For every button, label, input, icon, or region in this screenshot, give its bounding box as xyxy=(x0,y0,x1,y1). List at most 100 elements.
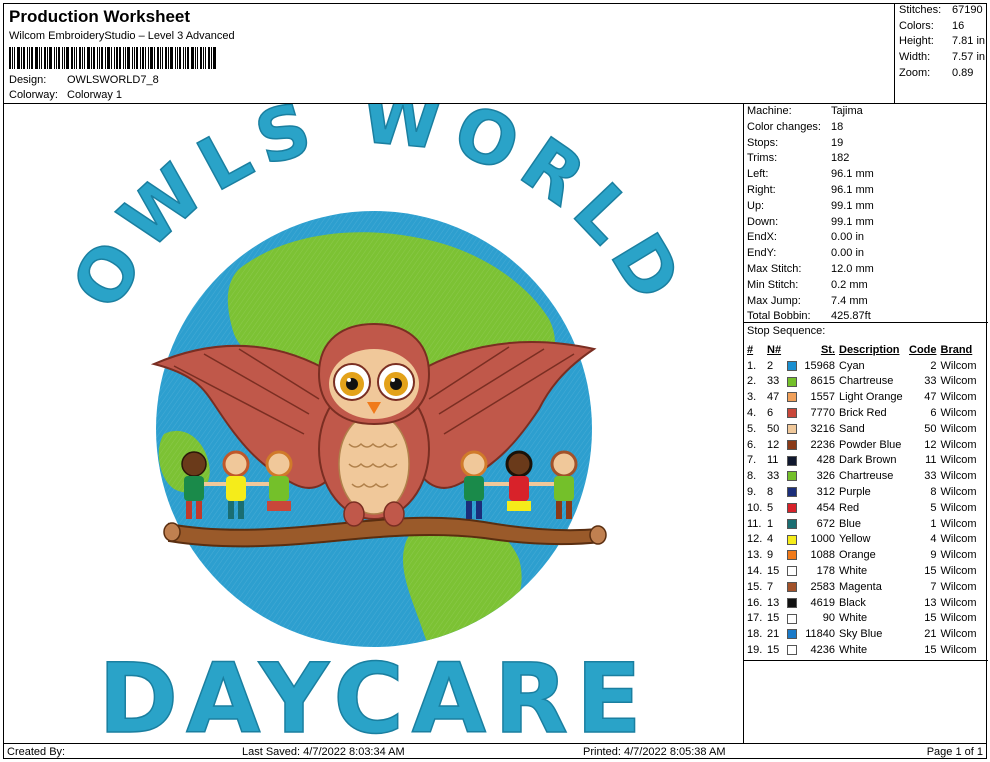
stat-value: 7.81 in xyxy=(952,35,986,48)
color-swatch xyxy=(787,595,801,611)
row-index: 18. xyxy=(747,628,763,641)
barcode-bar xyxy=(14,47,15,69)
row-description: Brick Red xyxy=(839,407,887,420)
row-description: Blue xyxy=(839,517,862,530)
barcode-bar xyxy=(87,47,90,69)
color-swatch-icon xyxy=(787,471,797,482)
row-brand: Wilcom xyxy=(940,438,977,451)
machine-row: EndY: 0.00 in xyxy=(747,247,987,263)
color-swatch-icon xyxy=(787,423,797,434)
row-brand: Wilcom xyxy=(940,359,977,372)
color-swatch xyxy=(787,389,801,405)
table-row: 11. 1 672 Blue 1 Wilcom xyxy=(745,516,985,532)
row-index: 12. xyxy=(747,533,763,546)
row-description: White xyxy=(839,612,868,625)
machine-row: Trims: 182 xyxy=(747,152,987,168)
table-header-row: # N# St. Description Code Brand xyxy=(745,342,985,358)
row-description: Black xyxy=(839,596,866,609)
color-swatch-icon xyxy=(787,597,797,608)
table-row: 5. 50 3216 Sand 50 Wilcom xyxy=(745,421,985,437)
row-description: Yellow xyxy=(839,533,871,546)
design-value: OWLSWORLD7_8 xyxy=(67,74,159,86)
barcode-bar xyxy=(145,47,146,69)
row-index: 16. xyxy=(747,596,763,609)
table-row: 6. 12 2236 Powder Blue 12 Wilcom xyxy=(745,437,985,453)
barcode-bar xyxy=(27,47,28,69)
color-swatch xyxy=(787,405,801,421)
barcode-bar xyxy=(197,47,198,69)
row-index: 4. xyxy=(747,407,757,420)
barcode-bar xyxy=(12,47,13,69)
bottom-text: DAYCARE xyxy=(98,643,649,743)
colorway-row: Colorway: Colorway 1 xyxy=(9,89,122,101)
table-row: 3. 47 1557 Light Orange 47 Wilcom xyxy=(745,389,985,405)
row-stitches: 11840 xyxy=(805,628,835,641)
barcode-bar xyxy=(31,47,33,69)
row-description: Dark Brown xyxy=(839,454,897,467)
color-swatch xyxy=(787,611,801,627)
row-code: 15 xyxy=(924,565,937,578)
barcode-bar xyxy=(213,47,216,69)
table-row: 17. 15 90 White 15 Wilcom xyxy=(745,611,985,627)
row-stitches: 672 xyxy=(816,517,835,530)
barcode-bar xyxy=(84,47,85,69)
barcode-bar xyxy=(107,47,110,69)
barcode-bar xyxy=(148,47,149,69)
row-index: 3. xyxy=(747,391,757,404)
table-row: 1. 2 15968 Cyan 2 Wilcom xyxy=(745,358,985,374)
design-preview: OWLS WORLD DAYCARE xyxy=(4,104,743,743)
machine-value: 182 xyxy=(831,152,850,165)
machine-value: 0.2 mm xyxy=(831,278,868,291)
color-swatch xyxy=(787,453,801,469)
barcode-bar xyxy=(74,47,75,69)
row-index: 11. xyxy=(747,517,762,530)
machine-value: 99.1 mm xyxy=(831,199,874,212)
barcode-bar xyxy=(177,47,178,69)
row-stitches: 454 xyxy=(816,501,835,514)
row-description: White xyxy=(839,565,868,578)
row-index: 9. xyxy=(747,486,757,499)
barcode-bar xyxy=(76,47,77,69)
row-stitches: 178 xyxy=(816,565,835,578)
barcode-bar xyxy=(44,47,46,69)
row-description: Sky Blue xyxy=(839,628,883,641)
row-number: 1 xyxy=(767,517,774,530)
row-index: 6. xyxy=(747,438,757,451)
row-brand: Wilcom xyxy=(940,628,977,641)
row-number: 33 xyxy=(767,470,780,483)
table-row: 8. 33 326 Chartreuse 33 Wilcom xyxy=(745,468,985,484)
barcode-bar xyxy=(170,47,173,69)
barcode-bar xyxy=(71,47,73,69)
barcode-bar xyxy=(203,47,204,69)
row-description: Purple xyxy=(839,486,871,499)
barcode-bar xyxy=(35,47,38,69)
machine-info: Machine: Tajima Color changes: 18 Stops: 19 Tr… xyxy=(744,104,987,326)
stat-value: 7.57 in xyxy=(952,51,986,64)
machine-row: Min Stitch: 0.2 mm xyxy=(747,279,987,295)
barcode-bar xyxy=(205,47,206,69)
barcode-bar xyxy=(111,47,112,69)
barcode-bar xyxy=(175,47,176,69)
children-right xyxy=(460,450,578,519)
row-number: 33 xyxy=(767,375,780,388)
table-row: 15. 7 2583 Magenta 7 Wilcom xyxy=(745,579,985,595)
color-swatch-icon xyxy=(787,502,797,513)
machine-value: Tajima xyxy=(831,105,863,117)
machine-value: 96.1 mm xyxy=(831,183,874,196)
row-index: 1. xyxy=(747,359,757,372)
machine-row: Max Stitch: 12.0 mm xyxy=(747,263,987,279)
row-number: 13 xyxy=(767,596,780,609)
colorway-value: Colorway 1 xyxy=(67,89,123,101)
col-description: Description xyxy=(839,343,900,356)
color-swatch-icon xyxy=(787,534,797,545)
table-row: 18. 21 11840 Sky Blue 21 Wilcom xyxy=(745,626,985,642)
color-swatch-icon xyxy=(787,550,797,561)
barcode-bar xyxy=(91,47,92,69)
barcode xyxy=(9,47,243,69)
table-row: 14. 15 178 White 15 Wilcom xyxy=(745,563,985,579)
barcode-bar xyxy=(157,47,159,69)
row-brand: Wilcom xyxy=(940,517,977,530)
row-brand: Wilcom xyxy=(940,549,977,562)
row-index: 15. xyxy=(747,580,763,593)
row-code: 9 xyxy=(930,549,937,562)
